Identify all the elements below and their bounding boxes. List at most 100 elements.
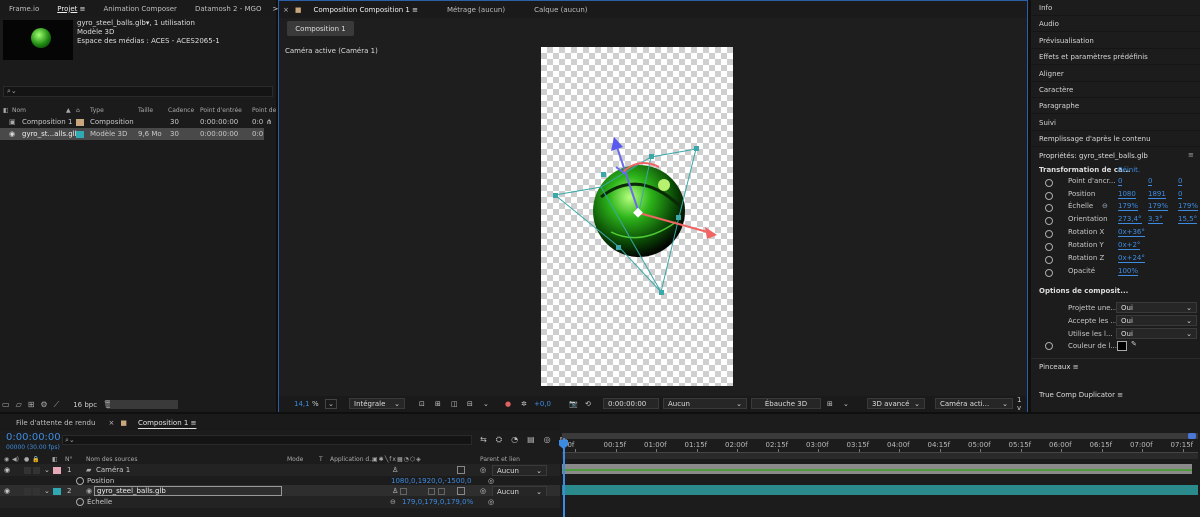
tab-calque[interactable]: Calque (aucun) [514,6,596,14]
lock-icon[interactable]: ■ [293,6,304,14]
3d-layer-switch-icon[interactable] [457,487,465,495]
property-value[interactable]: 273,4° [1118,215,1142,224]
label-swatch[interactable] [53,487,61,495]
none-select[interactable]: Aucun ⌄ [663,398,747,409]
switch-box[interactable] [400,487,407,495]
tab-datamosh[interactable]: Datamosh 2 - MGO [186,5,271,13]
tab-metrage[interactable]: Métrage (aucun) [427,6,514,14]
property-value[interactable]: 0x+36° [1118,228,1145,237]
frame-blending-icon[interactable]: ▤ [527,435,535,445]
property-value[interactable]: 1080 [1118,190,1136,199]
col-rate[interactable]: Cadence [168,107,194,114]
property-value[interactable]: 0 [1118,177,1123,186]
panel-info[interactable]: Info [1031,0,1200,16]
project-item-name[interactable]: gyro_steel_balls.glb▾ [77,19,149,27]
work-area-bar[interactable] [562,433,1198,439]
pickwhip-icon[interactable]: ◎ [488,498,494,506]
tab-animation-composer[interactable]: Animation Composer [94,5,185,13]
layer-bar-model[interactable] [562,485,1198,495]
camera-select[interactable]: Caméra acti... ⌄ [935,398,1013,409]
transform-section-title[interactable]: Transformation de ca... [1039,166,1131,174]
stopwatch-icon[interactable] [1045,256,1053,264]
comp-flowchart-icon[interactable]: ⇆ [480,435,487,445]
tab-projet[interactable]: Projet ≡ [48,5,94,13]
layer-name-field[interactable]: gyro_steel_balls.glb [94,486,282,496]
composition-canvas[interactable] [541,47,733,386]
snapshot-icon[interactable]: 📷 [569,400,578,408]
project-search-input[interactable]: ⌕⌄ [3,86,273,97]
panel-character[interactable]: Caractère [1031,82,1200,98]
property-value[interactable]: 0x+24° [1118,254,1145,263]
tab-frameio[interactable]: Frame.io [0,5,48,13]
panel-tracker[interactable]: Suivi [1031,115,1200,131]
stopwatch-icon[interactable] [1045,192,1053,200]
panel-align[interactable]: Aligner [1031,66,1200,82]
shy-switch-icon[interactable]: ♙ [392,466,398,474]
col-source-name[interactable]: Nom des sources [86,456,138,463]
motion-blur-icon[interactable]: ◎ [544,435,551,445]
stopwatch-icon[interactable] [1045,342,1053,350]
audio-icon[interactable]: ◀) [12,456,19,463]
renderer-select[interactable]: 3D avancé ⌄ [867,398,925,409]
property-value[interactable]: 179,0,179,0,179,0% [402,498,473,506]
visibility-icon[interactable]: ◉ [4,466,10,474]
lock-icon[interactable]: 🔒 [32,456,39,463]
property-value[interactable]: 1891 [1148,190,1166,199]
stopwatch-icon[interactable] [76,498,84,506]
eyedropper-icon[interactable]: ✎ [1131,340,1137,348]
solo-box[interactable] [24,487,31,495]
color-swatch[interactable] [1117,341,1127,351]
col-t[interactable]: T [319,456,323,463]
zoom-dropdown-icon[interactable]: ⌄ [325,399,337,409]
property-value[interactable]: 179% [1178,202,1199,211]
3d-layer-switch-icon[interactable] [457,466,465,474]
comp-breadcrumb-button[interactable]: Composition 1 [287,21,354,36]
exposure-icon[interactable]: ✲ [521,400,527,408]
table-row[interactable]: ◉ gyro_st...alls.glb Modèle 3D 9,6 Mo 30… [0,128,264,140]
collapse-icon[interactable]: ⌄ [44,487,50,495]
collapse-icon[interactable]: ⌄ [44,466,50,474]
casts-shadows-select[interactable]: Oui ⌄ [1116,302,1197,313]
new-comp-icon[interactable]: ⊞ [28,400,35,409]
panel-audio[interactable]: Audio [1031,16,1200,32]
extended-viewer-icon[interactable]: ⌄ [843,400,849,408]
col-parent[interactable]: Parent et lien [480,456,520,463]
col-out[interactable]: Point de [252,107,276,114]
close-icon[interactable]: × [279,6,293,14]
switch-box[interactable] [428,487,435,495]
solo-box[interactable] [24,466,31,474]
stopwatch-icon[interactable] [1045,243,1053,251]
switch-box[interactable] [438,487,445,495]
color-management-icon[interactable]: ● [505,400,511,408]
col-type[interactable]: Type [90,107,104,114]
ground-plane-icon[interactable]: ⊞ [827,400,833,408]
lock-box[interactable] [33,487,40,495]
label-swatch[interactable] [76,118,84,126]
property-value[interactable]: 179% [1118,202,1139,211]
current-time-field[interactable]: 0:00:00:00 [603,398,659,409]
col-size[interactable]: Taille [138,107,153,114]
draft-3d-button[interactable]: Ébauche 3D [751,398,821,409]
work-area-end-handle[interactable] [1188,433,1196,439]
panel-content-aware-fill[interactable]: Remplissage d'après le contenu [1031,131,1200,147]
property-value[interactable]: 0 [1178,190,1183,199]
pickwhip-icon[interactable]: ◎ [480,466,486,474]
panel-true-comp-duplicator[interactable]: True Comp Duplicator ≡ [1039,391,1123,399]
stopwatch-icon[interactable] [1045,179,1053,187]
solo-icon[interactable]: ● [24,456,29,463]
accepts-lights-select[interactable]: Oui ⌄ [1116,328,1197,339]
zoom-value[interactable]: 14,1 [294,400,310,408]
flowchart-icon[interactable]: ⟋ [54,400,60,410]
channel-icon[interactable]: ⌄ [483,400,489,408]
interpret-footage-icon[interactable]: ▭ [2,400,10,409]
table-row[interactable]: ▣ Composition 1 Composition 30 0:00:00:0… [0,116,276,128]
property-value[interactable]: 3,3° [1148,215,1163,224]
timeline-search-input[interactable]: ⌕⌄ [62,435,472,445]
visibility-icon[interactable]: ◉ [4,456,9,463]
accepts-shadows-select[interactable]: Oui ⌄ [1116,315,1197,326]
resolution-select[interactable]: Intégrale ⌄ [349,398,405,409]
layer-name[interactable]: Caméra 1 [96,466,130,474]
stopwatch-icon[interactable] [1045,269,1053,277]
visibility-icon[interactable]: ◉ [4,487,10,495]
region-icon[interactable]: ⊡ [419,400,425,408]
